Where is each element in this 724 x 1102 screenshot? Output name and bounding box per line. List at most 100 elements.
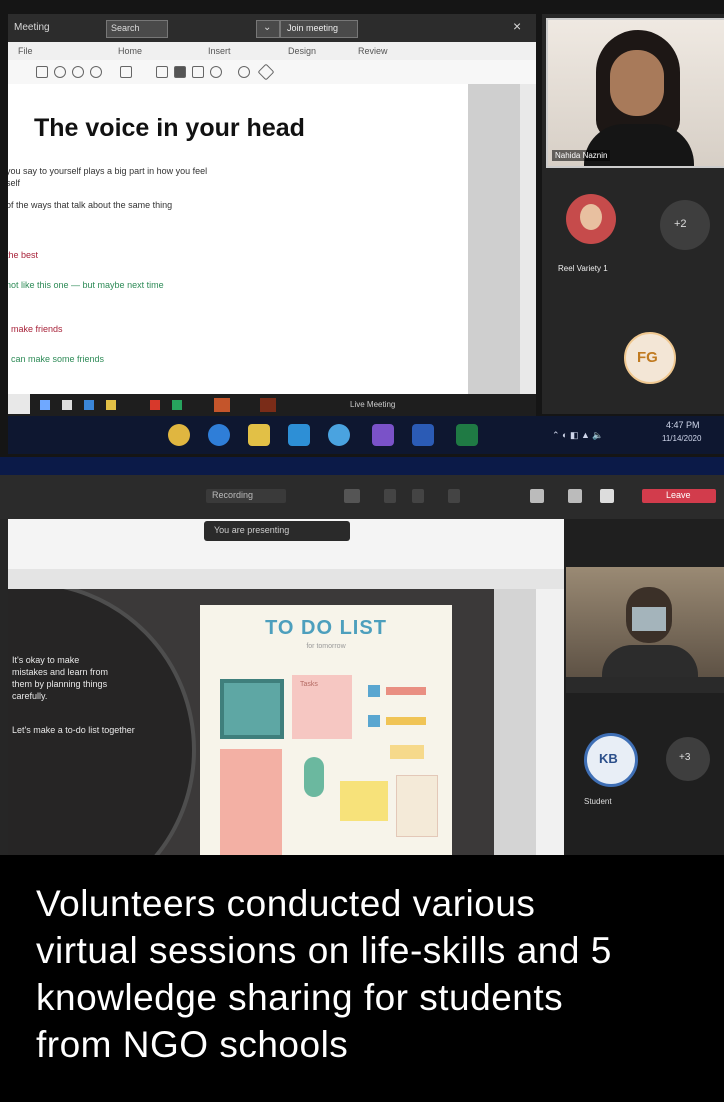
- avatar-initials: FG: [637, 349, 658, 366]
- meeting-toolbar: Recording Leave: [0, 475, 724, 519]
- excel-icon[interactable]: [456, 424, 478, 446]
- status-field: [8, 394, 30, 414]
- person-face: [610, 50, 664, 116]
- note-label: Tasks: [300, 681, 318, 688]
- participant-video[interactable]: [566, 567, 724, 677]
- start-icon[interactable]: [40, 400, 50, 410]
- taskbar-date: 11/14/2020: [662, 434, 702, 443]
- task-line: [386, 687, 426, 695]
- app-icon[interactable]: [214, 398, 230, 412]
- slide-text: Let's make a to-do list together: [12, 725, 135, 735]
- search-label: Search: [111, 23, 140, 33]
- slide-text: them by planning things: [12, 679, 108, 689]
- zoom-icon[interactable]: [120, 66, 132, 78]
- participant-video[interactable]: Nahida Naznin: [546, 18, 724, 168]
- notes-graphic: [340, 781, 388, 821]
- menu-file[interactable]: File: [18, 46, 33, 56]
- more-count: +3: [679, 752, 691, 763]
- help-icon[interactable]: [210, 66, 222, 78]
- avatar[interactable]: KB: [584, 733, 638, 787]
- todo-title: TO DO LIST: [265, 617, 387, 639]
- menu-home[interactable]: Home: [118, 46, 142, 56]
- app-icon[interactable]: [84, 400, 94, 410]
- slide-text: carefully.: [12, 691, 48, 701]
- edit-icon[interactable]: [257, 63, 275, 81]
- app-icon[interactable]: [106, 400, 116, 410]
- microphone-icon[interactable]: [568, 489, 582, 503]
- leave-label: Leave: [666, 490, 691, 500]
- more-participants-button[interactable]: +2: [660, 200, 710, 250]
- menu-review[interactable]: Review: [358, 46, 388, 56]
- reactions-icon[interactable]: [412, 489, 424, 503]
- close-icon[interactable]: ×: [513, 18, 521, 34]
- join-meeting-button[interactable]: Join meeting: [280, 20, 358, 38]
- bottom-screenshot: Recording Leave You are presenting It's …: [0, 475, 724, 855]
- chat-icon[interactable]: [344, 489, 360, 503]
- todo-list-slide: TO DO LIST for tomorrow Tasks: [200, 605, 452, 855]
- avatar[interactable]: [566, 194, 616, 244]
- document-heading: The voice in your head: [34, 114, 305, 142]
- more-count: +2: [674, 218, 687, 230]
- store-icon[interactable]: [288, 424, 310, 446]
- section-divider: [0, 457, 724, 475]
- folder-icon[interactable]: [248, 424, 270, 446]
- browser-icon[interactable]: [328, 424, 350, 446]
- windows-taskbar: ⌃ ◐ ◧ ▲ 🔈 4:47 PM 11/14/2020: [8, 416, 724, 454]
- sharing-banner: You are presenting: [204, 521, 350, 541]
- redo-icon[interactable]: [72, 66, 84, 78]
- recording-indicator[interactable]: Recording: [206, 489, 286, 503]
- more-participants-button[interactable]: +3: [666, 737, 710, 781]
- avatar-face: [580, 204, 602, 230]
- sharing-banner-text: You are presenting: [214, 525, 290, 535]
- document-scrollbar-track[interactable]: [520, 84, 536, 394]
- align-icon[interactable]: [156, 66, 168, 78]
- undo-icon[interactable]: [54, 66, 66, 78]
- doc-line: of the ways that talk about the same thi…: [8, 200, 173, 210]
- settings-icon[interactable]: [238, 66, 250, 78]
- chevron-down-icon: ⌄: [263, 22, 272, 33]
- document-scrollbar[interactable]: [468, 84, 520, 394]
- bold-icon[interactable]: [174, 66, 186, 78]
- person-body: [602, 645, 698, 677]
- edit-toolbar: [8, 60, 536, 85]
- camera-icon[interactable]: [530, 489, 544, 503]
- participant-name: Reel Variety 1: [558, 264, 608, 273]
- doc-line: self: [8, 178, 21, 188]
- doc-line: I can make some friends: [8, 354, 105, 364]
- caption-line: from NGO schools: [36, 1024, 349, 1065]
- cactus-graphic: [304, 757, 324, 797]
- more-options-icon[interactable]: [448, 489, 460, 503]
- teams-icon[interactable]: [372, 424, 394, 446]
- doc-line: not like this one — but maybe next time: [8, 280, 164, 290]
- doc-line: I make friends: [8, 324, 63, 334]
- word-icon[interactable]: [412, 424, 434, 446]
- cursor-icon[interactable]: [36, 66, 48, 78]
- status-text: Live Meeting: [350, 400, 396, 409]
- list-graphic: [396, 775, 438, 837]
- app-icon[interactable]: [150, 400, 160, 410]
- menu-insert[interactable]: Insert: [208, 46, 231, 56]
- people-icon[interactable]: [384, 489, 396, 503]
- recording-label: Recording: [212, 490, 254, 500]
- leave-button[interactable]: Leave: [642, 489, 716, 503]
- top-screenshot: Meeting Search ⌄ Join meeting × File Hom…: [0, 0, 724, 457]
- presentation-scrollbar-track[interactable]: [536, 589, 564, 855]
- document-page: The voice in your head you say to yourse…: [8, 84, 468, 394]
- dropdown-button[interactable]: ⌄: [256, 20, 280, 38]
- avatar[interactable]: FG: [624, 332, 676, 384]
- edge-icon[interactable]: [208, 424, 230, 446]
- todo-subtitle: for tomorrow: [306, 643, 346, 650]
- tray-icons[interactable]: ⌃ ◐ ◧ ▲ 🔈: [552, 430, 604, 441]
- italic-icon[interactable]: [192, 66, 204, 78]
- chrome-icon[interactable]: [168, 424, 190, 446]
- presentation-scrollbar[interactable]: [494, 589, 536, 855]
- note-graphic: Tasks: [292, 675, 352, 739]
- search-box[interactable]: Search: [106, 20, 168, 38]
- app-icon[interactable]: [172, 400, 182, 410]
- app-icon[interactable]: [62, 400, 72, 410]
- menu-design[interactable]: Design: [288, 46, 316, 56]
- app-icon[interactable]: [260, 398, 276, 412]
- pen-icon[interactable]: [90, 66, 102, 78]
- share-icon[interactable]: [600, 489, 614, 503]
- caption-line: Volunteers conducted various: [36, 883, 536, 924]
